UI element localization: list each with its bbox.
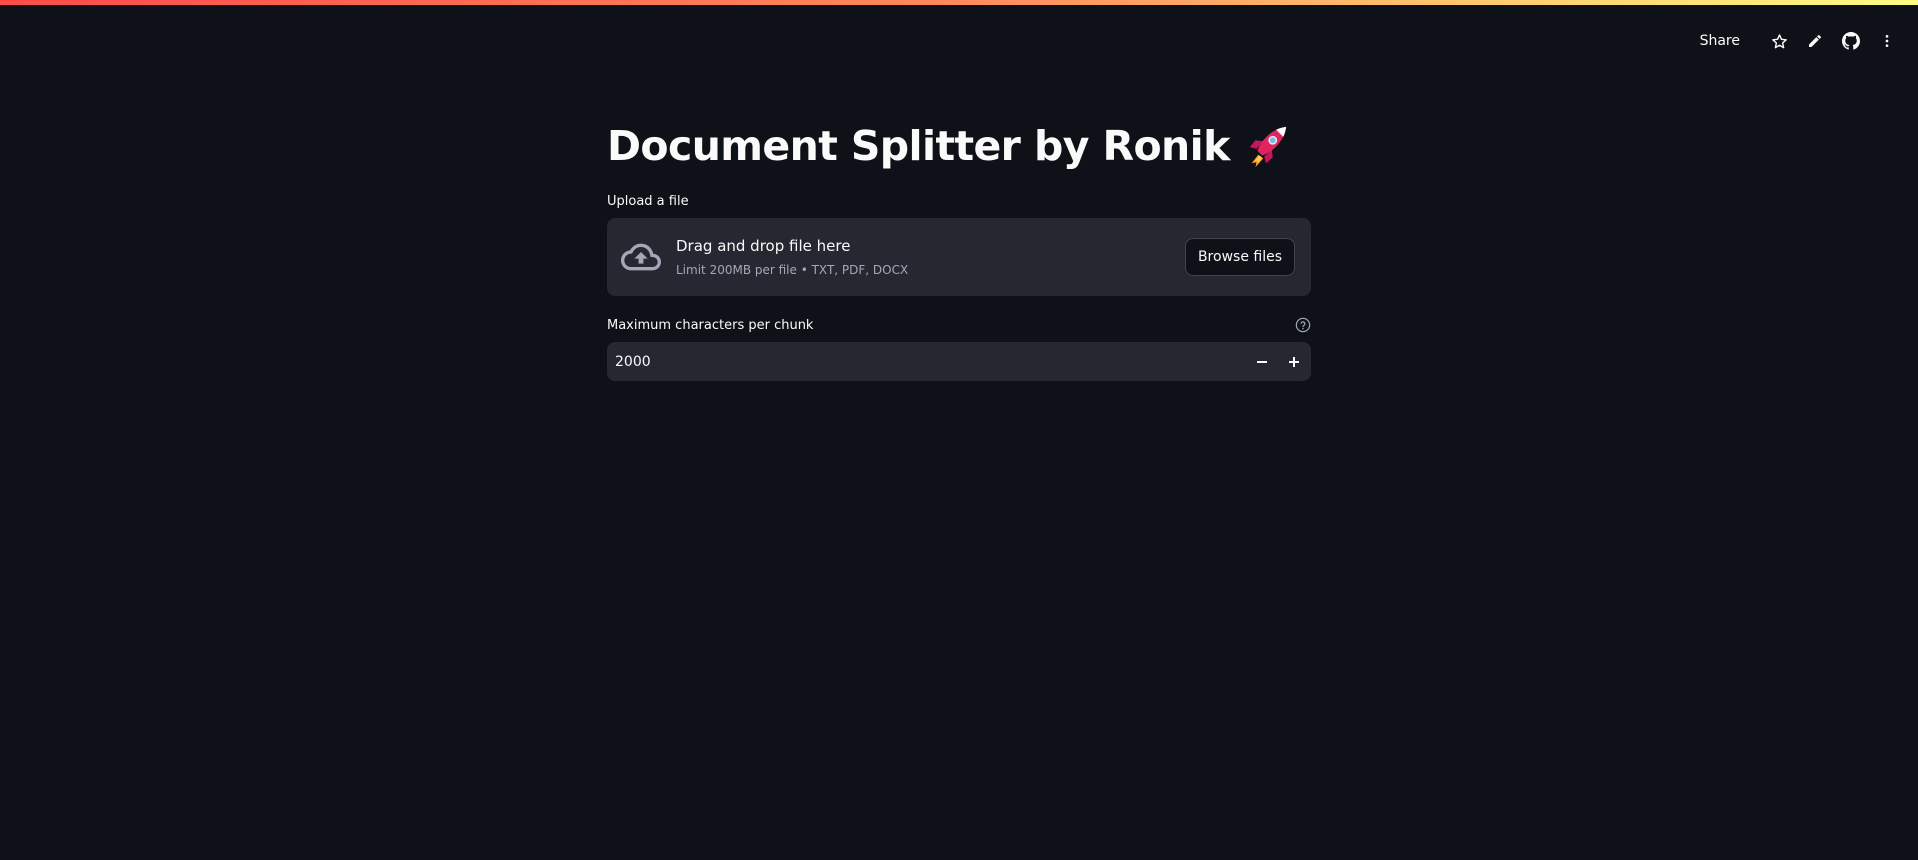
github-icon[interactable] (1838, 28, 1864, 54)
dropzone-subtitle: Limit 200MB per file • TXT, PDF, DOCX (676, 263, 909, 277)
top-decoration-bar (0, 0, 1918, 5)
rocket-icon (1244, 123, 1290, 169)
chunk-size-label: Maximum characters per chunk (607, 318, 814, 333)
star-icon[interactable] (1766, 28, 1792, 54)
more-vert-icon[interactable] (1874, 28, 1900, 54)
plus-icon (1289, 356, 1299, 367)
app-toolbar: Share (1700, 28, 1900, 54)
browse-files-button[interactable]: Browse files (1184, 238, 1295, 276)
page-title: Document Splitter by Ronik (607, 118, 1290, 174)
chunk-size-stepper (607, 342, 1311, 381)
minus-icon (1257, 360, 1267, 363)
pencil-icon[interactable] (1802, 28, 1828, 54)
help-circle-icon[interactable] (1295, 317, 1311, 333)
increment-button[interactable] (1278, 342, 1310, 381)
share-button[interactable]: Share (1700, 33, 1740, 49)
upload-label: Upload a file (607, 194, 689, 209)
decrement-button[interactable] (1246, 342, 1278, 381)
page-title-text: Document Splitter by Ronik (607, 122, 1230, 170)
dropzone-title: Drag and drop file here (676, 237, 851, 255)
chunk-size-input[interactable] (607, 342, 1215, 381)
file-dropzone[interactable]: Drag and drop file here Limit 200MB per … (607, 218, 1311, 296)
cloud-upload-icon (621, 237, 661, 277)
